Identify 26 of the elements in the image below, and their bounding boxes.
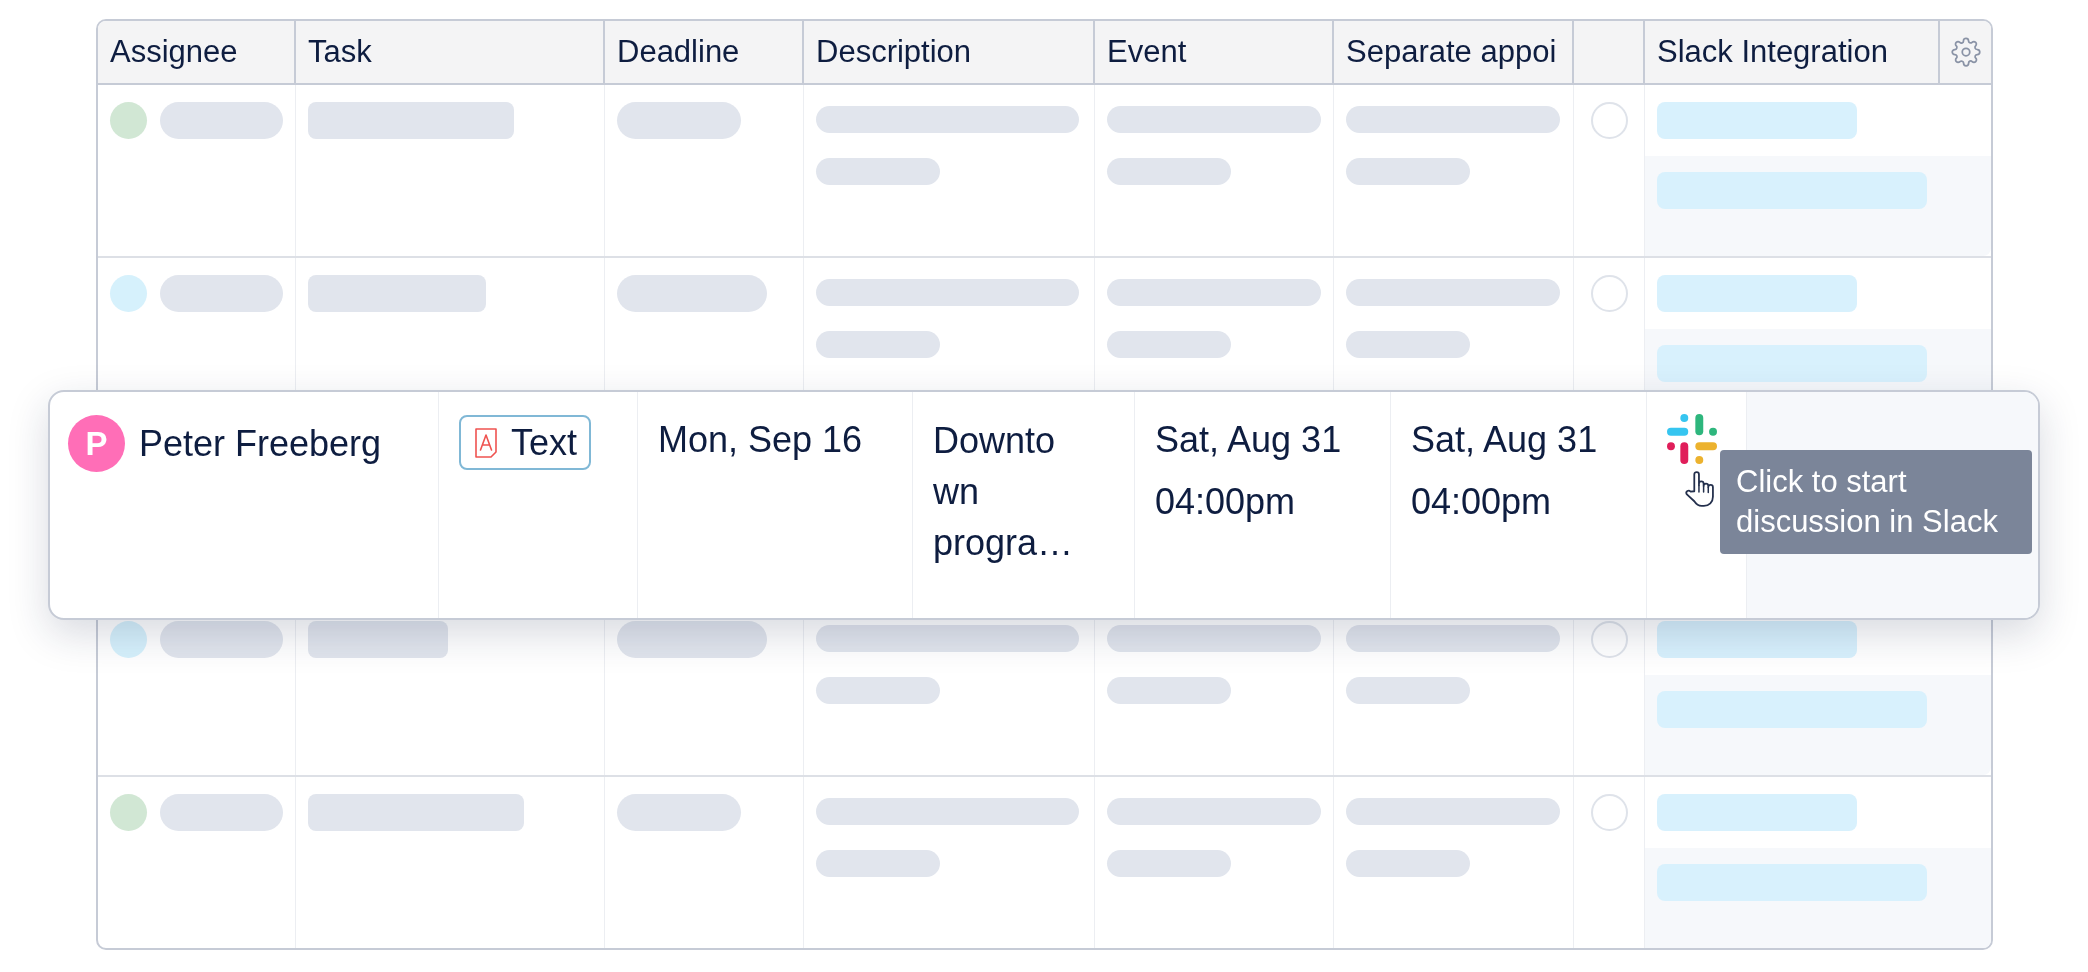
event-date: Sat, Aug 31 [1155,418,1343,462]
column-header: Separate appoi [1334,21,1574,83]
column-header: Slack Integration [1645,21,1940,83]
column-header: Description [804,21,1095,83]
column-header: Assignee [98,21,296,83]
radio-button[interactable] [1590,794,1628,831]
text-type-icon [475,427,497,458]
radio-button[interactable] [1590,621,1628,658]
radio-button[interactable] [1590,275,1628,312]
column-header: Deadline [605,21,804,83]
appointment-time: 04:00pm [1411,480,1553,524]
dragged-row-card[interactable]: P Peter Freeberg Text Mon, Sep 16 Downtown progra… Sat, Aug 31 04:00pm Sat, Aug 31 04:00pm Click to start discussion in Slack [48,390,2040,620]
column-header: Task [296,21,605,83]
tooltip: Click to start discussion in Slack [1720,450,2032,554]
settings-icon[interactable] [1950,37,1981,67]
deadline-date: Mon, Sep 16 [658,418,864,462]
event-time: 04:00pm [1155,480,1297,524]
hand-cursor-icon [1684,470,1715,507]
task-type-label: Text [511,424,578,461]
assignee-name: Peter Freeberg [139,421,382,466]
user-avatar: P [68,415,125,472]
column-header: Event [1095,21,1334,83]
slack-icon[interactable] [1667,414,1717,464]
radio-button[interactable] [1590,102,1628,139]
description-text: Downtown progra… [933,419,1075,565]
appointment-date: Sat, Aug 31 [1411,418,1599,462]
